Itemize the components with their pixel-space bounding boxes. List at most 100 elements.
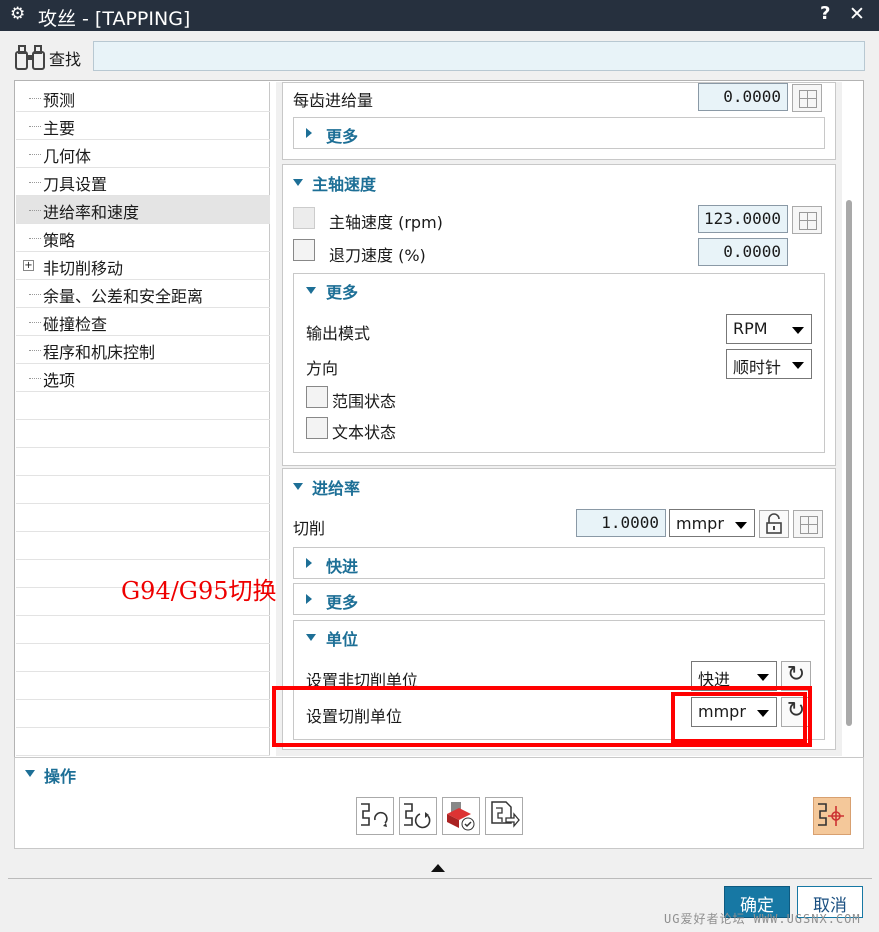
tree-item-label: 主要 [43, 119, 76, 138]
retract-speed-label: 退刀速度 (%) [329, 246, 426, 265]
tree-empty-row [16, 616, 270, 644]
tree-empty-row [16, 644, 270, 672]
tree-item[interactable]: + 非切削移动 [16, 252, 270, 280]
find-label: 查找 [49, 50, 82, 69]
more-section-collapsed[interactable]: 更多 [293, 583, 825, 615]
output-mode-dropdown[interactable]: RPM [726, 314, 812, 344]
gear-icon[interactable]: ⚙ [10, 4, 25, 24]
divider [8, 878, 872, 879]
spindle-header[interactable]: 主轴速度 [312, 171, 376, 195]
collapse-icon[interactable] [25, 770, 35, 777]
operations-header[interactable]: 操作 [44, 763, 76, 787]
tree-item-label: 非切削移动 [43, 259, 124, 278]
tree-item-label: 选项 [43, 371, 76, 390]
watermark: UG爱好者论坛 WWW.UGSNX.COM [664, 912, 861, 926]
more-section: 更多 输出模式 RPM 方向 顺时针 范围状态 文本状态 [293, 273, 825, 453]
range-state-checkbox[interactable] [306, 386, 328, 408]
expand-icon [306, 128, 312, 138]
replay-toolpath-button[interactable] [399, 797, 437, 835]
calculator-icon[interactable] [793, 510, 823, 538]
tree-empty-row [16, 700, 270, 728]
find-input[interactable] [93, 41, 865, 71]
display-toolpath-button[interactable] [813, 797, 851, 835]
close-button[interactable]: ✕ [849, 3, 865, 25]
spindle-speed-input[interactable]: 123.0000 [698, 205, 788, 233]
spindle-speed-checkbox[interactable] [293, 207, 315, 229]
collapse-icon[interactable] [306, 634, 316, 641]
tree-item[interactable]: 刀具设置 [16, 168, 270, 196]
tree-item-label: 余量、公差和安全距离 [43, 287, 204, 306]
direction-value: 顺时针 [733, 358, 782, 377]
tree-item[interactable]: 进给率和速度 [16, 196, 270, 224]
collapse-icon[interactable] [306, 287, 316, 294]
text-state-checkbox[interactable] [306, 417, 328, 439]
feed-per-tooth-input[interactable]: 0.0000 [698, 83, 788, 111]
window-title: 攻丝 - [TAPPING] [38, 8, 191, 30]
tree-empty-row [16, 728, 270, 756]
tree-item-label: 策略 [43, 231, 76, 250]
units-header[interactable]: 单位 [326, 626, 358, 650]
output-mode-value: RPM [733, 319, 768, 338]
tree-item[interactable]: 程序和机床控制 [16, 336, 270, 364]
tree-empty-row [16, 672, 270, 700]
tree-empty-row [16, 532, 270, 560]
tree-item[interactable]: 预测 [16, 84, 270, 112]
operations-panel: 操作 [14, 757, 864, 849]
rapid-section-collapsed[interactable]: 快进 [293, 547, 825, 579]
lock-icon[interactable] [759, 510, 789, 538]
tree-connector [29, 350, 41, 351]
generate-toolpath-button[interactable] [356, 797, 394, 835]
more-header: 更多 [326, 593, 359, 612]
tree-connector [29, 322, 41, 323]
tree-connector [29, 238, 41, 239]
tree-item[interactable]: 余量、公差和安全距离 [16, 280, 270, 308]
feed-rate-header[interactable]: 进给率 [312, 475, 360, 499]
tree-item-label: 几何体 [43, 147, 92, 166]
range-state-label: 范围状态 [332, 392, 397, 411]
scrollbar[interactable] [846, 200, 852, 726]
cut-label: 切削 [293, 519, 326, 538]
calculator-icon[interactable] [792, 84, 822, 112]
help-button[interactable]: ? [820, 3, 830, 24]
tree-empty-row [16, 420, 270, 448]
retract-speed-checkbox[interactable] [293, 239, 315, 261]
more-header: 更多 [326, 127, 359, 146]
tree-empty-row [16, 476, 270, 504]
text-state-label: 文本状态 [332, 423, 397, 442]
retract-speed-input[interactable]: 0.0000 [698, 238, 788, 266]
tree-item[interactable]: 策略 [16, 224, 270, 252]
tree-item-label: 预测 [43, 91, 76, 110]
tree-item[interactable]: 主要 [16, 112, 270, 140]
tree-connector [29, 126, 41, 127]
spindle-speed-panel: 主轴速度 主轴速度 (rpm) 123.0000 退刀速度 (%) 0.0000… [282, 164, 836, 466]
tree-item-label: 程序和机床控制 [43, 343, 156, 362]
cut-feed-input[interactable]: 1.0000 [576, 509, 666, 537]
tree-item[interactable]: 选项 [16, 364, 270, 392]
verify-toolpath-button[interactable] [442, 797, 480, 835]
collapse-icon[interactable] [293, 483, 303, 490]
tree-connector [29, 210, 41, 211]
more-section-collapsed[interactable]: 更多 [293, 117, 825, 149]
collapse-up-icon[interactable] [431, 864, 445, 872]
tree-item-label: 进给率和速度 [43, 203, 140, 222]
more-header[interactable]: 更多 [326, 279, 358, 303]
feed-per-tooth-panel: 每齿进给量 0.0000 更多 [282, 82, 836, 160]
tree-item[interactable]: 碰撞检查 [16, 308, 270, 336]
annotation-text: G94/G95切换 [121, 577, 277, 605]
chevron-down-icon [792, 327, 804, 334]
collapse-icon[interactable] [293, 179, 303, 186]
tree-empty-row [16, 392, 270, 420]
output-mode-label: 输出模式 [306, 324, 371, 343]
tree-empty-row [16, 448, 270, 476]
direction-dropdown[interactable]: 顺时针 [726, 349, 812, 379]
expand-icon[interactable]: + [23, 260, 34, 271]
tree-item[interactable]: 几何体 [16, 140, 270, 168]
tree-connector [29, 98, 41, 99]
binoculars-icon [15, 45, 45, 70]
tree-item-label: 刀具设置 [43, 175, 108, 194]
cut-unit-dropdown[interactable]: mmpr [669, 509, 755, 537]
calculator-icon[interactable] [792, 206, 822, 234]
spindle-speed-label: 主轴速度 (rpm) [329, 213, 443, 232]
list-toolpath-button[interactable] [485, 797, 523, 835]
tree-connector [29, 154, 41, 155]
